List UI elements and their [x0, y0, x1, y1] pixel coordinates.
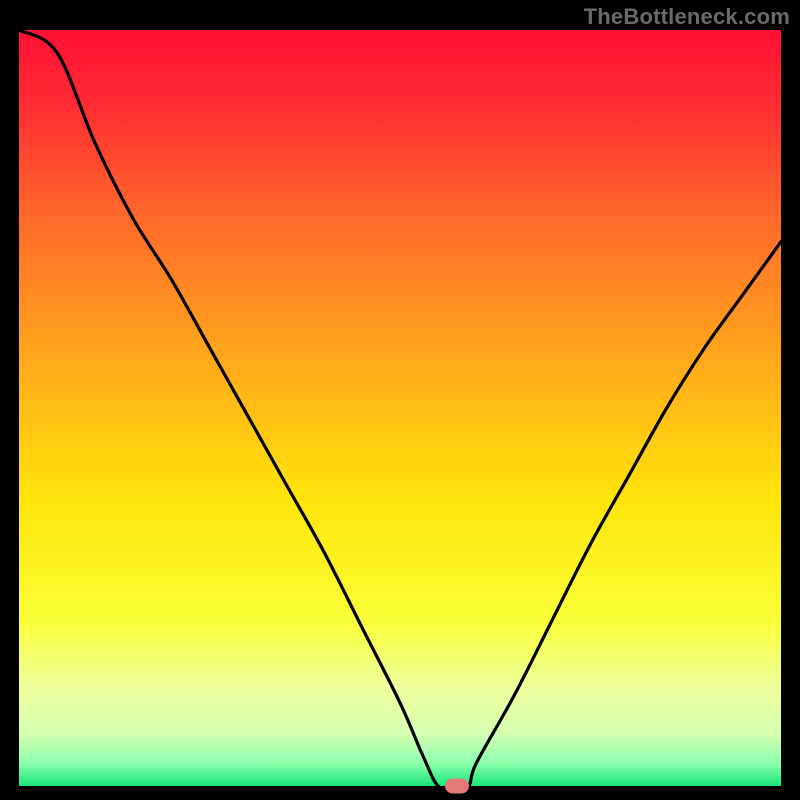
chart-frame: TheBottleneck.com — [0, 0, 800, 800]
bottleneck-chart — [19, 30, 781, 786]
watermark-text: TheBottleneck.com — [584, 4, 790, 30]
